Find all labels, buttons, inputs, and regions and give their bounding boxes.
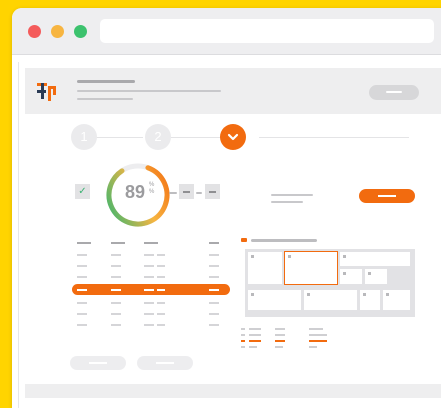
legend-item [309,346,317,348]
primary-action-button[interactable] [359,189,415,203]
table-header-cell [111,242,125,244]
legend-item [249,346,257,348]
table-cell [144,254,154,256]
table-cell [111,254,121,256]
browser-window: 1 2 ✓ 89 %% [12,8,441,408]
info-line [271,201,303,203]
table-cell [157,313,165,315]
table-cell [157,302,165,304]
table-cell [209,265,219,267]
title-bar [12,8,441,55]
table-cell [209,289,219,291]
approved-checkbox[interactable]: ✓ [75,184,90,199]
header-subtitle [77,90,221,92]
header-title [77,80,135,83]
table-cell [144,289,154,291]
score-unit: %% [149,182,155,195]
table-cell [209,254,219,256]
step-box[interactable] [179,184,194,199]
step-box[interactable] [205,184,220,199]
legend-item [249,340,261,342]
table-cell [209,324,219,326]
table-cell [77,302,87,304]
brand-logo-icon [37,83,56,101]
table-cell [111,302,121,304]
secondary-button[interactable] [70,356,126,370]
legend-item [309,328,323,330]
table-cell [77,265,87,267]
treemap-tile[interactable] [248,252,282,284]
treemap-tile-selected[interactable] [284,251,338,285]
legend-item [309,334,327,336]
minimize-button[interactable] [51,25,64,38]
table-cell [157,324,165,326]
secondary-button[interactable] [137,356,193,370]
table-cell [209,276,219,278]
maximize-button[interactable] [74,25,87,38]
legend-item [275,328,285,330]
score-value: 89 [124,182,146,202]
legend-item [275,346,283,348]
gauge-connector [196,192,202,194]
table-cell [209,313,219,315]
legend-item [249,328,261,330]
table-cell [144,276,154,278]
table-cell [157,254,165,256]
table-cell [111,289,121,291]
header-action-button[interactable] [369,85,419,100]
header-meta [77,98,133,100]
close-button[interactable] [28,25,41,38]
treemap-tile[interactable] [365,269,387,284]
legend-item [241,334,245,336]
panel-marker [241,238,247,242]
panel-title [251,239,317,242]
table-cell [111,265,121,267]
address-bar[interactable] [100,19,434,43]
treemap-tile[interactable] [383,290,410,310]
table-cell [77,324,87,326]
step-2[interactable]: 2 [145,124,171,150]
treemap-tile[interactable] [340,252,410,266]
table-cell [111,276,121,278]
table-cell [111,324,121,326]
legend-item [275,334,285,336]
treemap-tile[interactable] [340,269,362,284]
treemap-tile[interactable] [248,290,301,310]
legend-item [275,340,285,342]
legend-item [249,334,261,336]
chevron-down-icon [227,133,239,141]
stepper-connector [259,137,409,138]
treemap [245,249,415,317]
treemap-tile[interactable] [304,290,357,310]
table-cell [144,302,154,304]
table-header-cell [77,242,91,244]
legend-item [241,328,245,330]
table-cell [77,276,87,278]
table-cell [144,265,154,267]
table-cell [111,313,121,315]
table-cell [77,313,87,315]
table-cell [157,265,165,267]
footer-bar [25,384,441,398]
table-cell [157,289,165,291]
table-cell [77,254,87,256]
legend-item [241,340,245,342]
table-cell [209,302,219,304]
legend-item [241,346,245,348]
app-header [25,68,441,114]
table-cell [77,289,87,291]
step-1[interactable]: 1 [71,124,97,150]
table-cell [157,276,165,278]
table-cell [144,324,154,326]
table-cell [144,313,154,315]
gauge-connector [169,192,177,194]
info-line [271,194,313,196]
treemap-tile[interactable] [360,290,380,310]
table-header-cell [144,242,158,244]
legend-item [309,340,327,342]
app-content: 1 2 ✓ 89 %% [18,62,441,408]
step-3[interactable] [220,124,246,150]
table-header-cell [209,242,219,244]
